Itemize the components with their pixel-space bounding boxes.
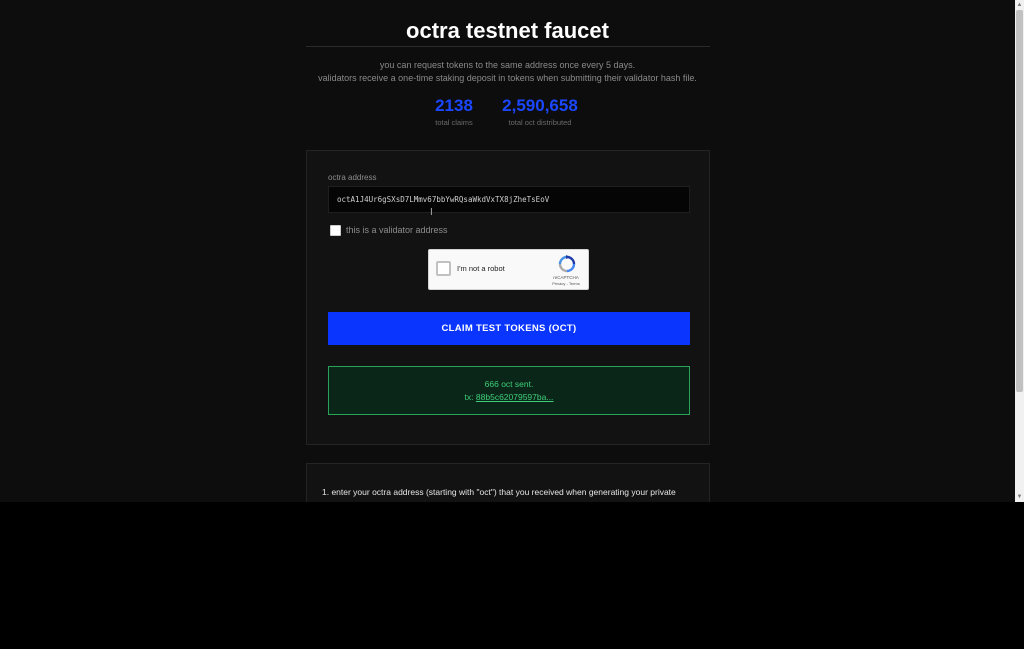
address-field-label: octra address — [328, 173, 377, 182]
scroll-down-arrow-icon[interactable]: ▼ — [1016, 493, 1023, 501]
instruction-step-1: 1. enter your octra address (starting wi… — [322, 487, 676, 497]
address-input[interactable] — [328, 186, 690, 213]
instructions-card: 1. enter your octra address (starting wi… — [306, 463, 710, 502]
stat-total-claims-label: total claims — [435, 118, 473, 127]
page-title: octra testnet faucet — [406, 18, 609, 43]
tx-hash-link[interactable]: 88b5c62079597ba... — [476, 392, 554, 402]
validator-checkbox-label[interactable]: this is a validator address — [346, 225, 448, 236]
success-message-box: 666 oct sent. tx: 88b5c62079597ba... — [328, 366, 690, 415]
stat-total-oct-value: 2,590,658 — [502, 96, 578, 115]
stat-total-claims-value: 2138 — [435, 96, 473, 115]
faucet-description-line2: validators receive a one-time staking de… — [318, 73, 697, 83]
faucet-description-line1: you can request tokens to the same addre… — [379, 60, 636, 70]
vertical-scrollbar[interactable]: ▲ ▼ — [1015, 0, 1024, 502]
recaptcha-checkbox[interactable] — [436, 261, 451, 276]
success-tx-line: tx: 88b5c62079597ba... — [329, 392, 689, 402]
recaptcha-widget: I'm not a robot reCAPTCHA Privacy - Term… — [428, 249, 589, 290]
title-divider — [306, 46, 710, 47]
validator-checkbox[interactable] — [330, 225, 341, 236]
recaptcha-links[interactable]: Privacy - Terms — [545, 281, 587, 286]
recaptcha-brand: reCAPTCHA — [553, 275, 579, 280]
text-cursor-icon: I — [430, 207, 433, 218]
recaptcha-logo-icon — [558, 255, 576, 273]
stat-total-oct-label: total oct distributed — [508, 118, 572, 127]
claim-form-card: octra address I this is a validator addr… — [306, 150, 710, 445]
scroll-thumb[interactable] — [1016, 10, 1023, 392]
scroll-up-arrow-icon[interactable]: ▲ — [1016, 1, 1023, 9]
tx-prefix: tx: — [464, 392, 474, 402]
claim-tokens-button[interactable]: CLAIM TEST TOKENS (OCT) — [328, 312, 690, 345]
page-viewport: octra testnet faucet you can request tok… — [0, 0, 1015, 502]
recaptcha-label: I'm not a robot — [457, 264, 505, 273]
success-message: 666 oct sent. — [484, 379, 534, 389]
